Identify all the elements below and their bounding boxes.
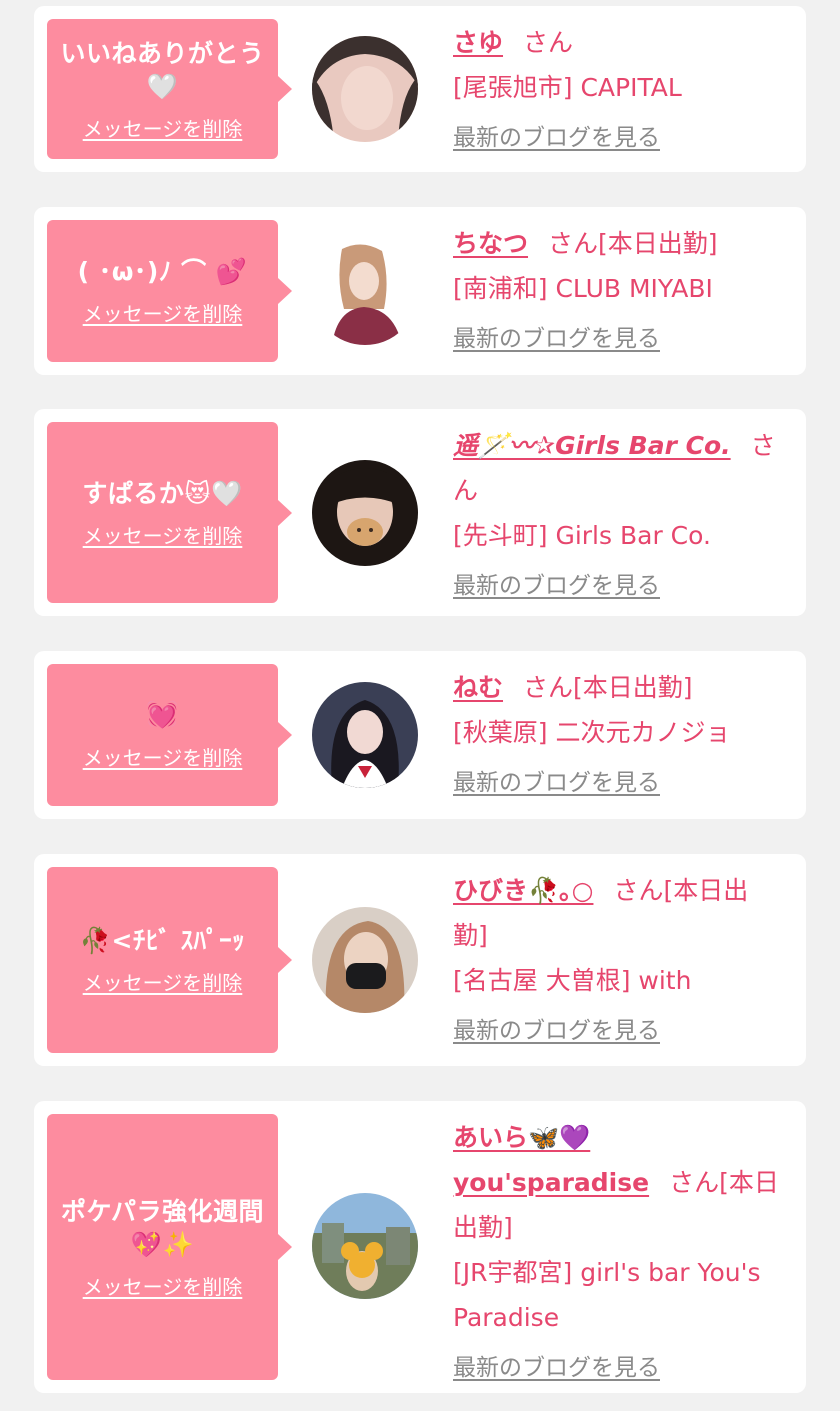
message-bubble: ポケパラ強化週間💖✨ メッセージを削除 [47,1114,292,1380]
avatar[interactable] [312,682,418,788]
cast-info: あいら🦋💜 you'sparadise さん[本日出勤] [JR宇都宮] girl… [453,1115,782,1391]
avatar[interactable] [312,239,418,345]
shop-text: [南浦和] CLUB MIYABI [453,274,713,303]
shop-text: [名古屋 大曽根] with [453,966,692,995]
cast-name-link[interactable]: ねむ [453,673,503,702]
delete-message-link[interactable]: メッセージを削除 [83,520,243,549]
shop-text: [先斗町] Girls Bar Co. [453,521,711,550]
cast-info: さゆ さん [尾張旭市] CAPITAL 最新のブログを見る [453,20,782,161]
cast-suffix: さん [523,28,574,57]
list-item: すぱるか😻🤍 メッセージを削除 遥🪄〰✰Girls Bar Co. さん [先斗町… [34,409,806,616]
cast-name-link[interactable]: あいら🦋💜 you'sparadise [453,1123,649,1197]
message-bubble: 💓 メッセージを削除 [47,664,292,806]
list-item: ポケパラ強化週間💖✨ メッセージを削除 あいら🦋💜 you'sparadise さ… [34,1101,806,1393]
message-text: ( ･ω･)ﾉ ⌒ 💕 [77,257,248,286]
cast-suffix: さん[本日出勤] [548,229,718,258]
latest-blog-link[interactable]: 最新のブログを見る [453,1346,660,1391]
shop-text: [JR宇都宮] girl's bar You's Paradise [453,1258,761,1332]
message-bubble: いいねありがとう🤍 メッセージを削除 [47,19,292,159]
message-text: 💓 [146,700,179,730]
delete-message-link[interactable]: メッセージを削除 [83,113,243,142]
cast-info: ねむ さん[本日出勤] [秋葉原] 二次元カノジョ 最新のブログを見る [453,665,782,806]
message-text: いいねありがとう🤍 [60,38,265,101]
avatar[interactable] [312,907,418,1013]
avatar[interactable] [312,1193,418,1299]
cast-suffix: さん[本日出勤] [523,673,693,702]
avatar[interactable] [312,460,418,566]
message-text: すぱるか😻🤍 [82,478,243,508]
avatar[interactable] [312,36,418,142]
list-item: いいねありがとう🤍 メッセージを削除 さゆ さん [尾張旭市] CAPITAL 最… [34,6,806,172]
cast-name-link[interactable]: ひびき🥀｡○ [453,876,593,905]
latest-blog-link[interactable]: 最新のブログを見る [453,1009,660,1054]
latest-blog-link[interactable]: 最新のブログを見る [453,564,660,609]
latest-blog-link[interactable]: 最新のブログを見る [453,317,660,362]
cast-name-link[interactable]: さゆ [453,28,503,57]
latest-blog-link[interactable]: 最新のブログを見る [453,116,660,161]
delete-message-link[interactable]: メッセージを削除 [83,298,243,327]
latest-blog-link[interactable]: 最新のブログを見る [453,761,660,806]
message-bubble: ( ･ω･)ﾉ ⌒ 💕 メッセージを削除 [47,220,292,362]
list-item: ( ･ω･)ﾉ ⌒ 💕 メッセージを削除 ちなつ さん[本日出勤] [南浦和] C… [34,207,806,375]
delete-message-link[interactable]: メッセージを削除 [83,967,243,996]
cast-info: ひびき🥀｡○ さん[本日出勤] [名古屋 大曽根] with 最新のブログを見る [453,868,782,1054]
message-bubble: すぱるか😻🤍 メッセージを削除 [47,422,292,603]
shop-text: [秋葉原] 二次元カノジョ [453,718,731,747]
message-bubble: 🥀<ﾁﾋﾞ ｽﾊﾟｰｯ メッセージを削除 [47,867,292,1053]
delete-message-link[interactable]: メッセージを削除 [83,1271,243,1300]
message-text: 🥀<ﾁﾋﾞ ｽﾊﾟｰｯ [79,926,246,955]
favorite-list: いいねありがとう🤍 メッセージを削除 さゆ さん [尾張旭市] CAPITAL 最… [0,0,840,1411]
cast-info: 遥🪄〰✰Girls Bar Co. さん [先斗町] Girls Bar Co. … [453,423,782,609]
shop-text: [尾張旭市] CAPITAL [453,73,682,102]
cast-info: ちなつ さん[本日出勤] [南浦和] CLUB MIYABI 最新のブログを見る [453,221,782,362]
cast-name-link[interactable]: 遥🪄〰✰Girls Bar Co. [453,431,731,460]
delete-message-link[interactable]: メッセージを削除 [83,742,243,771]
list-item: 🥀<ﾁﾋﾞ ｽﾊﾟｰｯ メッセージを削除 ひびき🥀｡○ さん[本日出勤] [名古屋… [34,854,806,1066]
cast-name-link[interactable]: ちなつ [453,229,528,258]
list-item: 💓 メッセージを削除 ねむ さん[本日出勤] [秋葉原] 二次元カノジョ 最新のブ… [34,651,806,819]
message-text: ポケパラ強化週間💖✨ [60,1196,264,1259]
